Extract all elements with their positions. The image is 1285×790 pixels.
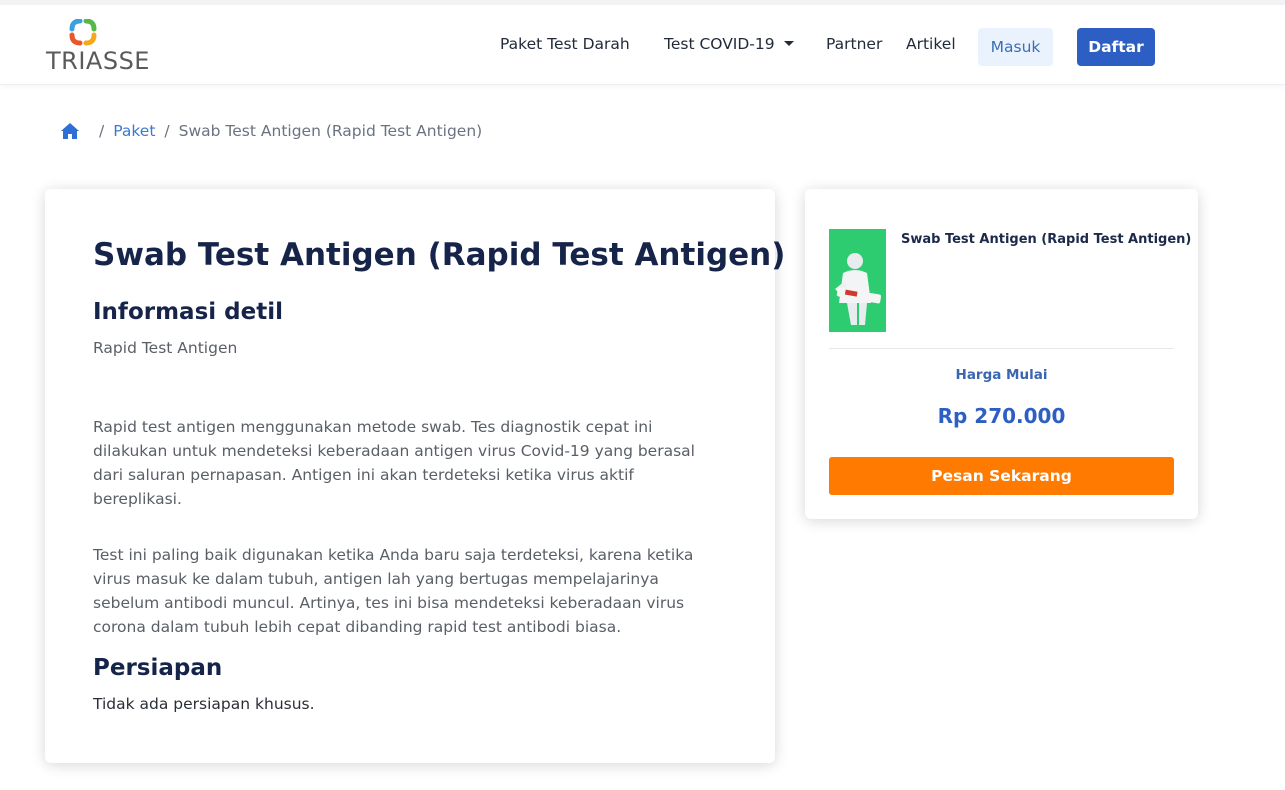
persiapan-text: Tidak ada persiapan khusus. — [93, 695, 315, 713]
product-title: Swab Test Antigen (Rapid Test Antigen) — [901, 232, 1192, 247]
home-icon[interactable] — [60, 122, 80, 140]
nav-test-covid-label: Test COVID-19 — [664, 35, 775, 53]
divider — [829, 348, 1174, 349]
breadcrumb-current: Swab Test Antigen (Rapid Test Antigen) — [178, 122, 483, 140]
description-paragraph-1: Rapid test antigen menggunakan metode sw… — [93, 418, 695, 508]
nav-partner[interactable]: Partner — [826, 35, 882, 53]
breadcrumb: / Paket / Swab Test Antigen (Rapid Test … — [60, 122, 482, 140]
product-detail-card: Swab Test Antigen (Rapid Test Antigen) I… — [45, 189, 785, 763]
masuk-button[interactable]: Masuk — [978, 28, 1053, 66]
logo-text: TRIASSE — [46, 47, 150, 75]
breadcrumb-separator: / — [164, 122, 170, 140]
info-heading: Informasi detil — [93, 299, 283, 325]
order-summary-card: Swab Test Antigen (Rapid Test Antigen) H… — [805, 189, 1198, 519]
info-subtitle: Rapid Test Antigen — [93, 339, 238, 357]
caret-down-icon — [783, 41, 794, 46]
nav-test-covid-dropdown[interactable]: Test COVID-19 — [664, 35, 794, 53]
price-label: Harga Mulai — [955, 367, 1048, 383]
breadcrumb-paket-link[interactable]: Paket — [113, 122, 155, 140]
product-thumbnail — [829, 229, 886, 332]
navbar: TRIASSE Paket Test Darah Test COVID-19 P… — [0, 5, 1285, 85]
daftar-button[interactable]: Daftar — [1077, 28, 1155, 66]
nav-artikel[interactable]: Artikel — [906, 35, 956, 53]
price-value: Rp 270.000 — [937, 404, 1066, 428]
nav-paket-test-darah[interactable]: Paket Test Darah — [500, 35, 630, 53]
page-title: Swab Test Antigen (Rapid Test Antigen) — [93, 237, 786, 273]
breadcrumb-separator: / — [99, 122, 105, 140]
pesan-sekarang-button[interactable]: Pesan Sekarang — [829, 457, 1174, 495]
description-paragraph-2: Test ini paling baik digunakan ketika An… — [93, 546, 694, 636]
logo[interactable]: TRIASSE — [46, 19, 156, 75]
persiapan-heading: Persiapan — [93, 655, 223, 681]
